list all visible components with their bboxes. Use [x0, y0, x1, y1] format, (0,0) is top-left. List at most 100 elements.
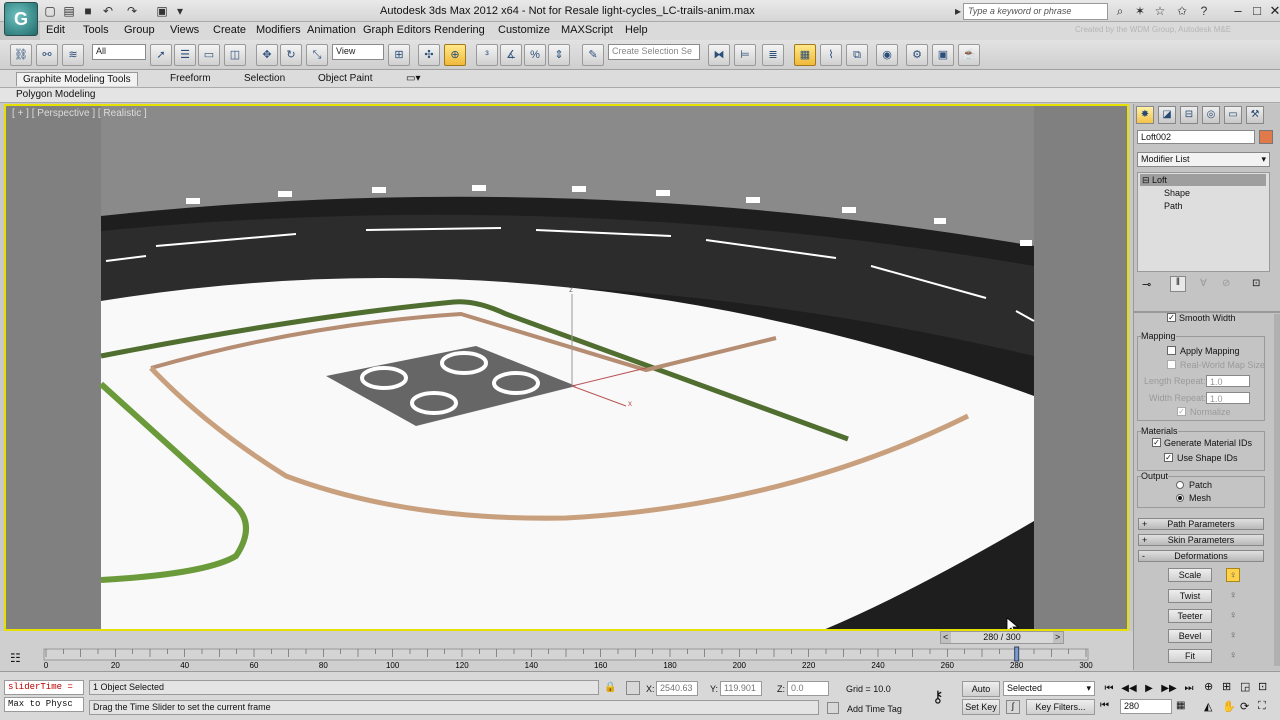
- edit-named-selection-icon[interactable]: ✎: [582, 44, 604, 66]
- real-world-map-size-checkbox[interactable]: [1167, 360, 1176, 369]
- menu-customize[interactable]: Customize: [498, 24, 550, 36]
- go-to-start-icon[interactable]: ⏮: [1100, 682, 1118, 696]
- named-selection-sets-dropdown[interactable]: Create Selection Se: [608, 44, 700, 60]
- scale-toggle-bulb-icon[interactable]: ♀: [1226, 568, 1240, 582]
- y-coordinate-field[interactable]: 119.901: [720, 681, 762, 696]
- create-tab-icon[interactable]: ✸: [1136, 106, 1154, 124]
- perspective-viewport[interactable]: z x [ + ] [ Perspective ] [ Realistic ]: [4, 104, 1129, 631]
- key-mode-dropdown[interactable]: Selected ▾: [1003, 681, 1095, 696]
- z-coordinate-field[interactable]: 0.0: [787, 681, 829, 696]
- track-bar[interactable]: 0 20 40 60 80 100 120 140 160 180 200 220 240 260 280 3…: [0, 631, 1133, 671]
- menu-maxscript[interactable]: MAXScript: [561, 24, 613, 36]
- zoom-extents-all-icon[interactable]: ⊡: [1258, 680, 1267, 693]
- scale-deformation-button[interactable]: Scale: [1168, 568, 1212, 582]
- time-tag-icon[interactable]: [827, 702, 839, 714]
- select-manipulate-icon[interactable]: ✣: [418, 44, 440, 66]
- new-file-icon[interactable]: ▢: [42, 3, 58, 19]
- menu-create[interactable]: Create: [213, 24, 246, 36]
- zoom-all-icon[interactable]: ⊞: [1222, 680, 1231, 693]
- auto-key-button[interactable]: Auto Key: [962, 681, 1000, 708]
- modifier-list-dropdown[interactable]: Modifier List ▾: [1137, 152, 1270, 167]
- orbit-icon[interactable]: ⟳: [1240, 700, 1249, 713]
- key-filters-button[interactable]: Key Filters...: [1026, 699, 1095, 715]
- menu-tools[interactable]: Tools: [83, 24, 109, 36]
- tab-graphite-modeling-tools[interactable]: Graphite Modeling Tools: [16, 72, 138, 86]
- app-menu-logo-icon[interactable]: G: [4, 2, 38, 36]
- utilities-tab-icon[interactable]: ⚒: [1246, 106, 1264, 124]
- percent-snap-icon[interactable]: %: [524, 44, 546, 66]
- zoom-icon[interactable]: ⊕: [1204, 680, 1213, 693]
- viewport-label[interactable]: [ + ] [ Perspective ] [ Realistic ]: [12, 108, 147, 119]
- stack-item-path[interactable]: Path: [1164, 201, 1183, 211]
- path-parameters-rollout[interactable]: + Path Parameters: [1138, 518, 1264, 530]
- select-object-icon[interactable]: ➚: [150, 44, 172, 66]
- bind-to-space-warp-icon[interactable]: ≋: [62, 44, 84, 66]
- menu-rendering[interactable]: Rendering: [434, 24, 485, 36]
- subscription-icon[interactable]: ✶: [1132, 3, 1148, 19]
- absolute-mode-toggle-icon[interactable]: [626, 681, 640, 695]
- reference-coordinate-dropdown[interactable]: View: [332, 44, 384, 60]
- teeter-toggle-bulb-icon[interactable]: ♀: [1226, 609, 1240, 623]
- display-tab-icon[interactable]: ▭: [1224, 106, 1242, 124]
- tab-object-paint[interactable]: Object Paint: [312, 72, 378, 85]
- pivot-center-icon[interactable]: ⊞: [388, 44, 410, 66]
- polygon-modeling-panel[interactable]: Polygon Modeling: [16, 89, 96, 100]
- normalize-checkbox[interactable]: ✓: [1177, 407, 1186, 416]
- schematic-view-icon[interactable]: ⧉: [846, 44, 868, 66]
- maximize-viewport-icon[interactable]: ⛶: [1258, 700, 1266, 713]
- snaps-toggle-icon[interactable]: ³: [476, 44, 498, 66]
- deformations-rollout[interactable]: - Deformations: [1138, 550, 1264, 562]
- selection-lock-icon[interactable]: 🔒: [604, 682, 616, 693]
- select-and-link-icon[interactable]: ⛓: [10, 44, 32, 66]
- selection-filter-dropdown[interactable]: All: [92, 44, 146, 60]
- play-icon[interactable]: ▶: [1140, 682, 1158, 696]
- mirror-icon[interactable]: ⧓: [708, 44, 730, 66]
- keyboard-shortcut-override-icon[interactable]: ⊕: [444, 44, 466, 66]
- maxscript-listener-input[interactable]: Max to Physc: [4, 697, 84, 712]
- align-icon[interactable]: ⊨: [734, 44, 756, 66]
- x-coordinate-field[interactable]: 2540.63: [656, 681, 698, 696]
- fit-deformation-button[interactable]: Fit: [1168, 649, 1212, 663]
- dropdown-arrow-icon[interactable]: ▾: [172, 3, 188, 19]
- menu-graph-editors[interactable]: Graph Editors: [363, 24, 431, 36]
- make-unique-icon[interactable]: ∀: [1200, 278, 1207, 289]
- time-configuration-icon[interactable]: ▦: [1176, 700, 1185, 711]
- smooth-width-checkbox[interactable]: ✓: [1167, 313, 1176, 322]
- redo-icon[interactable]: ↷: [124, 3, 140, 19]
- modify-tab-icon[interactable]: ◪: [1158, 106, 1176, 124]
- binoculars-icon[interactable]: ⌕: [1112, 3, 1128, 19]
- pin-stack-icon[interactable]: ⊸: [1142, 278, 1151, 291]
- select-and-move-icon[interactable]: ✥: [256, 44, 278, 66]
- teeter-deformation-button[interactable]: Teeter: [1168, 609, 1212, 623]
- menu-group[interactable]: Group: [124, 24, 155, 36]
- field-of-view-icon[interactable]: ◭: [1204, 700, 1212, 713]
- spinner-snap-icon[interactable]: ⇕: [548, 44, 570, 66]
- fit-toggle-bulb-icon[interactable]: ♀: [1226, 649, 1240, 663]
- ribbon-options-dropdown-icon[interactable]: ▭▾: [400, 72, 426, 85]
- pan-view-icon[interactable]: ✋: [1222, 700, 1236, 713]
- twist-toggle-bulb-icon[interactable]: ♀: [1226, 589, 1240, 603]
- menu-help[interactable]: Help: [625, 24, 648, 36]
- add-time-tag-button[interactable]: Add Time Tag: [847, 704, 902, 714]
- mesh-radio[interactable]: [1176, 494, 1184, 502]
- tab-selection[interactable]: Selection: [238, 72, 291, 85]
- default-in-out-tangents-icon[interactable]: ∫: [1006, 700, 1020, 714]
- select-and-scale-icon[interactable]: ⤡: [306, 44, 328, 66]
- undo-icon[interactable]: ↶: [100, 3, 116, 19]
- skin-parameters-rollout[interactable]: + Skin Parameters: [1138, 534, 1264, 546]
- open-file-icon[interactable]: ▤: [61, 3, 77, 19]
- rendered-frame-window-icon[interactable]: ▣: [932, 44, 954, 66]
- motion-tab-icon[interactable]: ◎: [1202, 106, 1220, 124]
- next-frame-icon[interactable]: ▶▶: [1160, 682, 1178, 696]
- help-icon[interactable]: ?: [1196, 3, 1212, 19]
- stack-item-loft[interactable]: ⊟ Loft: [1140, 174, 1266, 186]
- zoom-extents-icon[interactable]: ◲: [1240, 680, 1250, 693]
- apply-mapping-checkbox[interactable]: [1167, 346, 1176, 355]
- show-end-result-icon[interactable]: ‖: [1170, 276, 1186, 292]
- select-and-rotate-icon[interactable]: ↻: [280, 44, 302, 66]
- layer-manager-icon[interactable]: ≣: [762, 44, 784, 66]
- use-shape-ids-checkbox[interactable]: ✓: [1164, 453, 1173, 462]
- remove-modifier-icon[interactable]: ⊘: [1222, 278, 1230, 289]
- bevel-deformation-button[interactable]: Bevel: [1168, 629, 1212, 643]
- favorites-icon[interactable]: ✩: [1174, 3, 1190, 19]
